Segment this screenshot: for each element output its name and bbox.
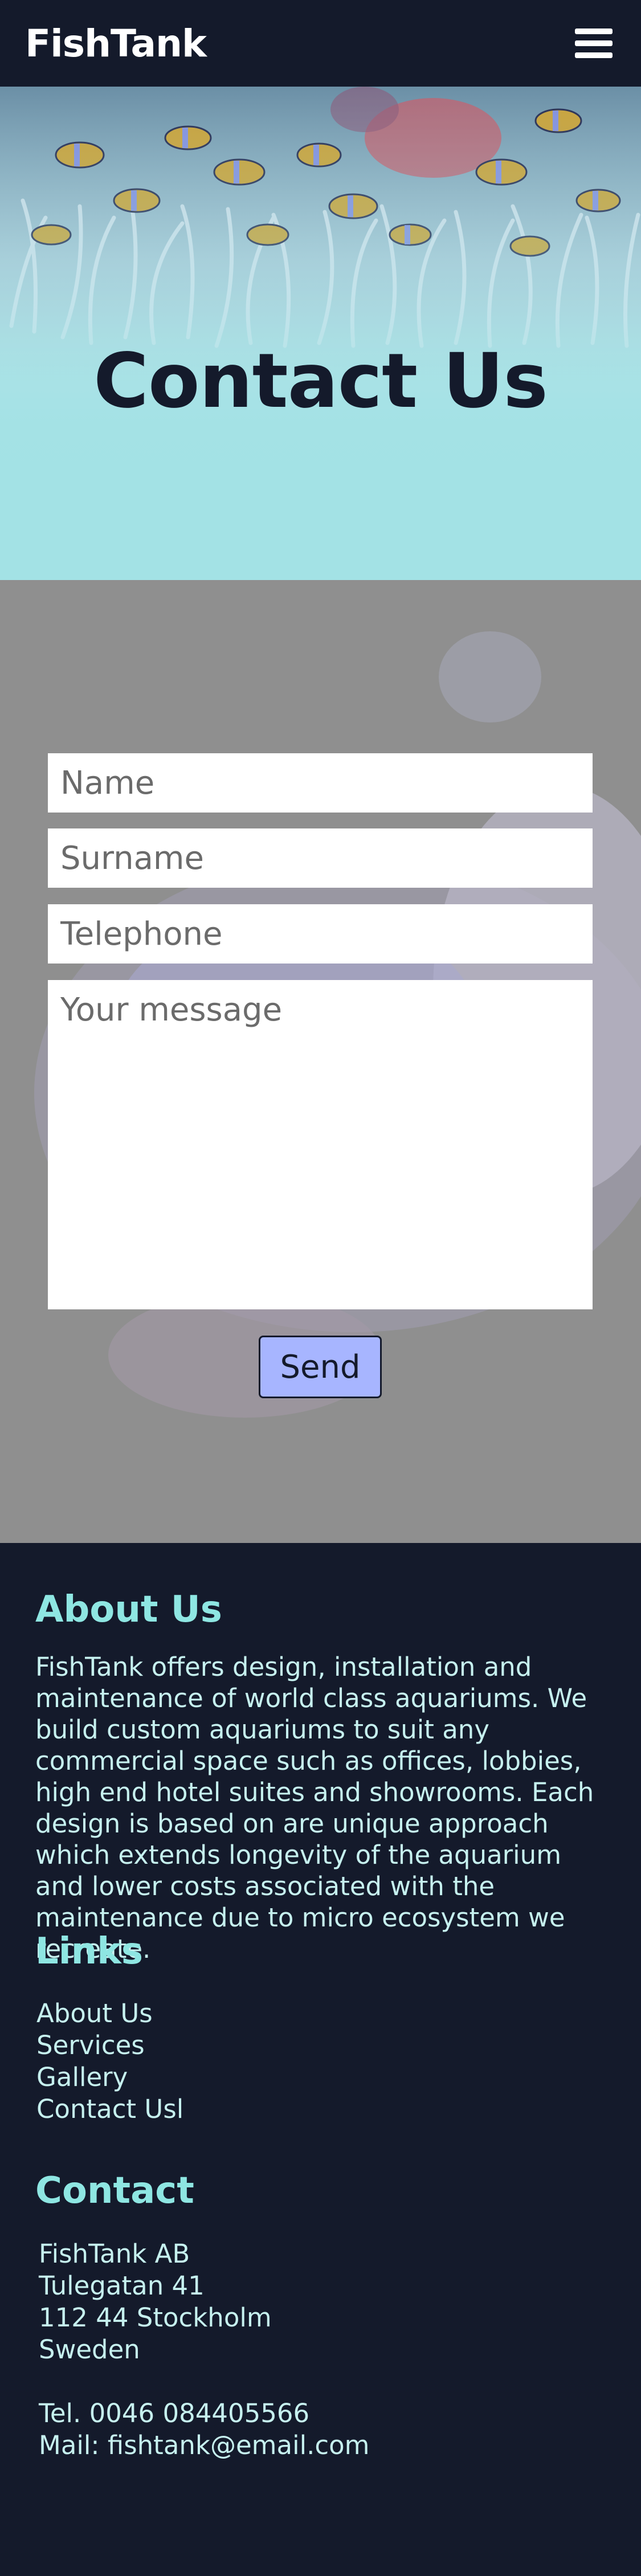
footer-link-gallery[interactable]: Gallery — [36, 2062, 128, 2092]
surname-field[interactable] — [48, 828, 593, 888]
page-title: Contact Us — [93, 337, 548, 425]
about-text: FishTank offers design, installation and… — [35, 1652, 594, 1964]
hamburger-menu-icon[interactable] — [575, 23, 616, 64]
country: Sweden — [39, 2334, 140, 2365]
footer-link-contact[interactable]: Contact Usl — [36, 2094, 183, 2124]
hero-banner: Contact Us — [0, 87, 641, 580]
menu-bar — [575, 28, 613, 34]
footer-link-services[interactable]: Services — [36, 2030, 145, 2060]
menu-bar — [575, 40, 613, 46]
footer-link-item: Gallery — [36, 2061, 183, 2093]
name-field[interactable] — [48, 753, 593, 813]
footer-link-item: Contact Usl — [36, 2093, 183, 2125]
contact-address: FishTank AB Tulegatan 41 112 44 Stockhol… — [39, 2238, 370, 2461]
email-address[interactable]: Mail: fishtank@email.com — [39, 2430, 370, 2461]
city-postcode: 112 44 Stockholm — [39, 2303, 272, 2333]
phone-number[interactable]: Tel. 0046 084405566 — [39, 2398, 370, 2430]
links-heading: Links — [35, 1930, 143, 1973]
street-address: Tulegatan 41 — [39, 2271, 205, 2301]
top-navbar: FishTank — [0, 0, 641, 87]
footer-links-list: About Us Services Gallery Contact Usl — [36, 1998, 183, 2125]
site-logo[interactable]: FishTank — [25, 22, 207, 66]
telephone-field[interactable] — [48, 904, 593, 964]
menu-bar — [575, 52, 613, 58]
site-footer: About Us FishTank offers design, install… — [0, 1543, 641, 2576]
about-heading: About Us — [35, 1589, 222, 1631]
footer-link-item: Services — [36, 2030, 183, 2061]
footer-link-about[interactable]: About Us — [36, 1998, 153, 2028]
clownfish-reef-image — [0, 87, 641, 580]
footer-link-item: About Us — [36, 1998, 183, 2030]
message-textarea[interactable] — [48, 980, 593, 1309]
contact-heading: Contact — [35, 2170, 194, 2212]
company-name: FishTank AB — [39, 2239, 190, 2269]
contact-form-section: Send — [0, 580, 641, 1543]
send-button[interactable]: Send — [259, 1336, 382, 1398]
